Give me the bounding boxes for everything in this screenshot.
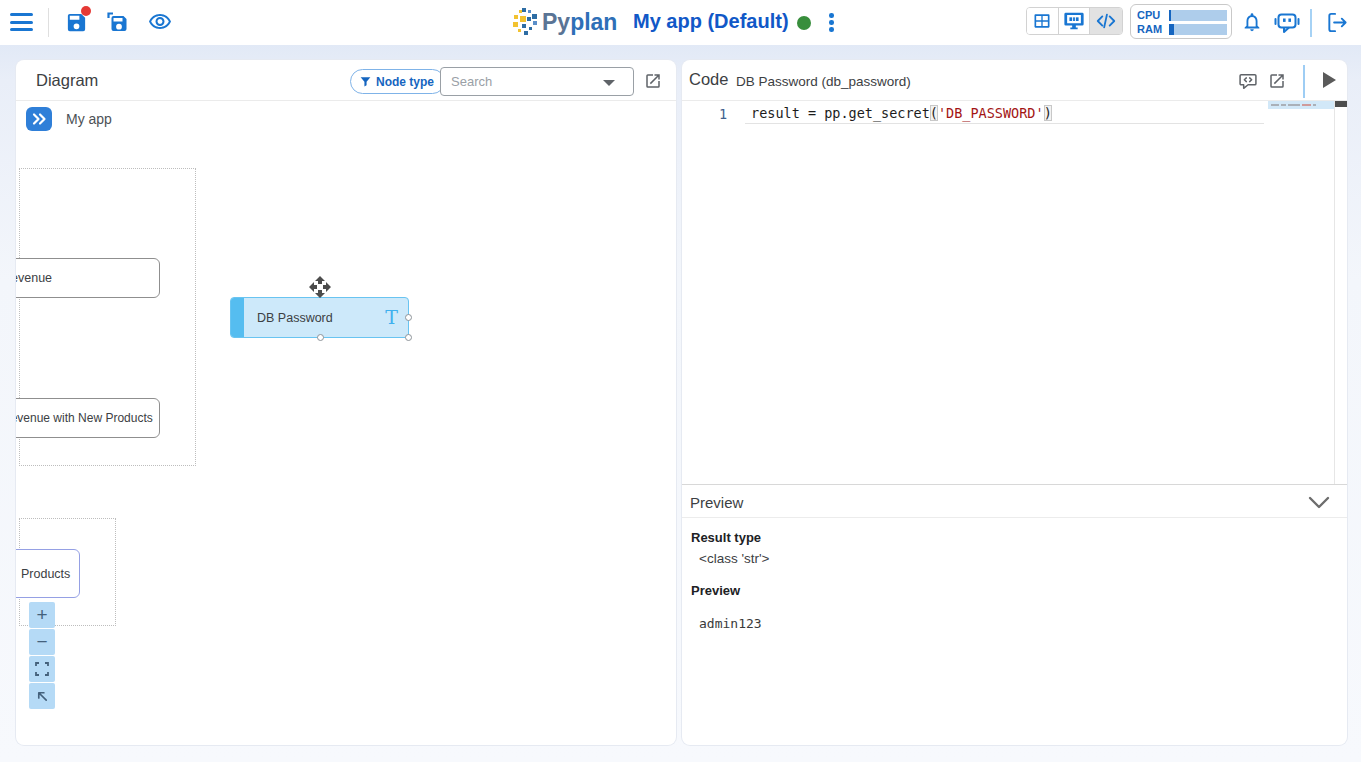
cpu-bar (1169, 10, 1227, 21)
connector-handle[interactable] (317, 334, 324, 341)
preview-section: Preview Result type <class 'str'> Previe… (682, 484, 1347, 745)
filter-funnel-icon (359, 75, 372, 88)
open-in-new-icon (1268, 72, 1286, 90)
menu-icon[interactable] (10, 13, 33, 31)
diagram-panel-title: Diagram (36, 71, 98, 90)
code-icon (1095, 10, 1117, 32)
code-view-button[interactable] (1090, 8, 1122, 34)
comment-code-button[interactable] (1238, 71, 1258, 91)
comment-code-icon (1238, 71, 1258, 91)
table-view-button[interactable] (1027, 8, 1059, 34)
diagram-panel-header: Diagram Node type (16, 60, 676, 101)
preview-title: Preview (690, 494, 743, 511)
diagram-panel: Diagram Node type My app Revenue (16, 60, 676, 745)
code-panel-title: Code (689, 70, 728, 89)
zoom-out-button[interactable]: − (29, 629, 55, 655)
open-code-external-button[interactable] (1267, 71, 1287, 91)
cpu-label: CPU (1137, 9, 1169, 21)
save-all-icon (105, 10, 129, 34)
breadcrumb[interactable]: My app (66, 111, 112, 127)
node-search-combobox[interactable] (440, 67, 634, 96)
connector-handle[interactable] (405, 334, 412, 341)
chevron-down-icon[interactable] (1308, 496, 1330, 510)
scrollbar-thumb[interactable] (1335, 101, 1347, 107)
fullscreen-icon (35, 662, 49, 676)
arrow-up-left-icon (36, 690, 49, 703)
pyplan-logo[interactable]: Pyplan (512, 7, 617, 38)
app-status-dot (797, 16, 811, 30)
fit-screen-button[interactable] (29, 656, 55, 682)
divider (1303, 65, 1305, 98)
zoom-in-button[interactable]: + (29, 602, 55, 628)
node-type-filter-button[interactable]: Node type (350, 69, 445, 94)
save-button[interactable] (63, 9, 89, 35)
minimap[interactable] (1268, 101, 1334, 109)
code-line[interactable]: result = pp.get_secret('DB_PASSWORD') (751, 105, 1052, 121)
node-accent-bar (231, 298, 244, 337)
breadcrumb-expand-button[interactable] (26, 107, 52, 131)
search-input[interactable] (451, 69, 601, 94)
result-type-value: <class 'str'> (699, 551, 769, 566)
double-chevron-icon (31, 112, 47, 126)
move-cursor-icon (308, 275, 332, 299)
result-type-label: Result type (691, 530, 761, 545)
bell-icon (1241, 10, 1263, 34)
node-revenue-with-new-products[interactable]: Revenue with New Products (16, 398, 160, 438)
line-number: 1 (719, 106, 727, 122)
dashboard-view-button[interactable] (1059, 8, 1091, 34)
eye-icon (148, 10, 172, 34)
connector-handle[interactable] (405, 314, 412, 321)
table-icon (1032, 11, 1052, 31)
dropdown-caret-icon[interactable] (603, 80, 615, 86)
pyplan-app: Pyplan My app (Default) CP (0, 0, 1361, 762)
preview-header[interactable]: Preview (682, 485, 1347, 518)
reset-position-button[interactable] (29, 683, 55, 709)
preview-value: admin123 (699, 616, 762, 631)
logout-icon (1325, 11, 1349, 34)
code-panel: Code DB Password (db_password) 1 result … (682, 60, 1347, 745)
scrollbar-track (1334, 101, 1335, 485)
app-title[interactable]: My app (Default) (633, 10, 789, 33)
unsaved-changes-dot (81, 6, 91, 16)
code-node-subtitle: DB Password (db_password) (736, 74, 911, 89)
text-node-type-icon: T (385, 306, 398, 328)
more-options-icon[interactable] (829, 13, 835, 34)
divider (1310, 9, 1312, 37)
resource-monitor: CPU RAM (1130, 4, 1232, 39)
diagram-canvas[interactable]: My app Revenue DB Password T Revenue wit… (16, 101, 676, 745)
ram-label: RAM (1137, 23, 1169, 35)
open-diagram-external-button[interactable] (643, 71, 663, 91)
pyplan-logo-icon (512, 7, 539, 38)
open-in-new-icon (644, 72, 662, 90)
monitor-icon (1063, 10, 1085, 32)
code-panel-header: Code DB Password (db_password) (682, 60, 1347, 101)
run-code-button[interactable] (1319, 70, 1339, 90)
divider (48, 8, 49, 37)
save-all-button[interactable] (104, 9, 130, 35)
view-toggle-group (1026, 7, 1123, 35)
active-line-underline (745, 123, 1264, 124)
code-editor[interactable]: 1 result = pp.get_secret('DB_PASSWORD') (682, 101, 1347, 485)
node-products[interactable]: Products (16, 549, 80, 598)
node-db-password[interactable]: DB Password T (230, 297, 409, 338)
ram-bar (1169, 24, 1227, 35)
logout-button[interactable] (1324, 9, 1350, 35)
preview-eye-button[interactable] (147, 9, 173, 35)
notifications-button[interactable] (1239, 9, 1265, 35)
bot-icon (1274, 9, 1300, 35)
top-bar: Pyplan My app (Default) CP (0, 0, 1361, 45)
play-icon (1321, 71, 1337, 89)
zoom-controls: + − (29, 602, 55, 710)
preview-label: Preview (691, 583, 740, 598)
assistant-bot-button[interactable] (1274, 9, 1300, 35)
pyplan-logo-text: Pyplan (542, 9, 617, 36)
node-revenue[interactable]: Revenue (16, 258, 160, 298)
